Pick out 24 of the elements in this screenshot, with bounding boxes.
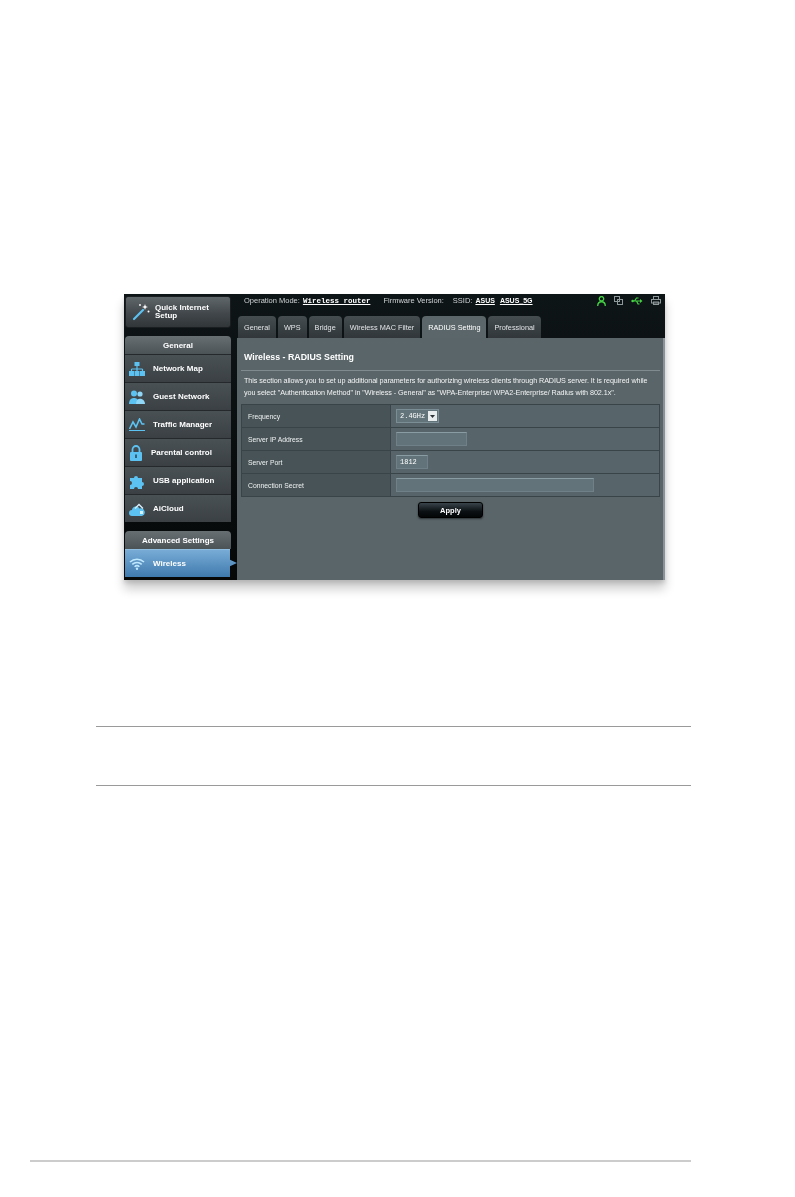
person-icon[interactable] — [597, 295, 606, 306]
people-icon — [129, 389, 145, 404]
sidebar-menu-item[interactable]: Traffic Manager — [125, 410, 231, 438]
sidebar-menu-item[interactable]: USB application — [125, 466, 231, 494]
magic-wand-icon — [132, 303, 150, 321]
cloud-icon — [129, 501, 145, 516]
input-field[interactable] — [396, 478, 594, 492]
sidebar-menu-item[interactable]: Guest Network — [125, 382, 231, 410]
page-title: Wireless - RADIUS Setting — [243, 351, 355, 364]
sidebar-menu-item[interactable]: Network Map — [125, 354, 231, 382]
padlock-icon — [129, 444, 143, 461]
sidebar-section-header: Advanced Settings — [125, 531, 231, 549]
input-field[interactable] — [396, 432, 467, 446]
overlapping-squares-icon[interactable] — [614, 296, 623, 305]
caret-down-icon — [428, 411, 438, 421]
sidebar-section-header: General — [125, 336, 231, 354]
sidebar-menu-item[interactable]: AiCloud — [125, 494, 231, 522]
usb-icon[interactable] — [631, 296, 643, 305]
wifi-icon — [129, 557, 145, 570]
quick-setup-button[interactable]: Quick Internet Setup — [125, 296, 231, 328]
printer-icon[interactable] — [651, 296, 661, 305]
network-tree-icon — [129, 361, 145, 376]
sidebar-menu-item[interactable]: Parental control — [125, 438, 231, 466]
line-chart-icon — [129, 418, 145, 431]
